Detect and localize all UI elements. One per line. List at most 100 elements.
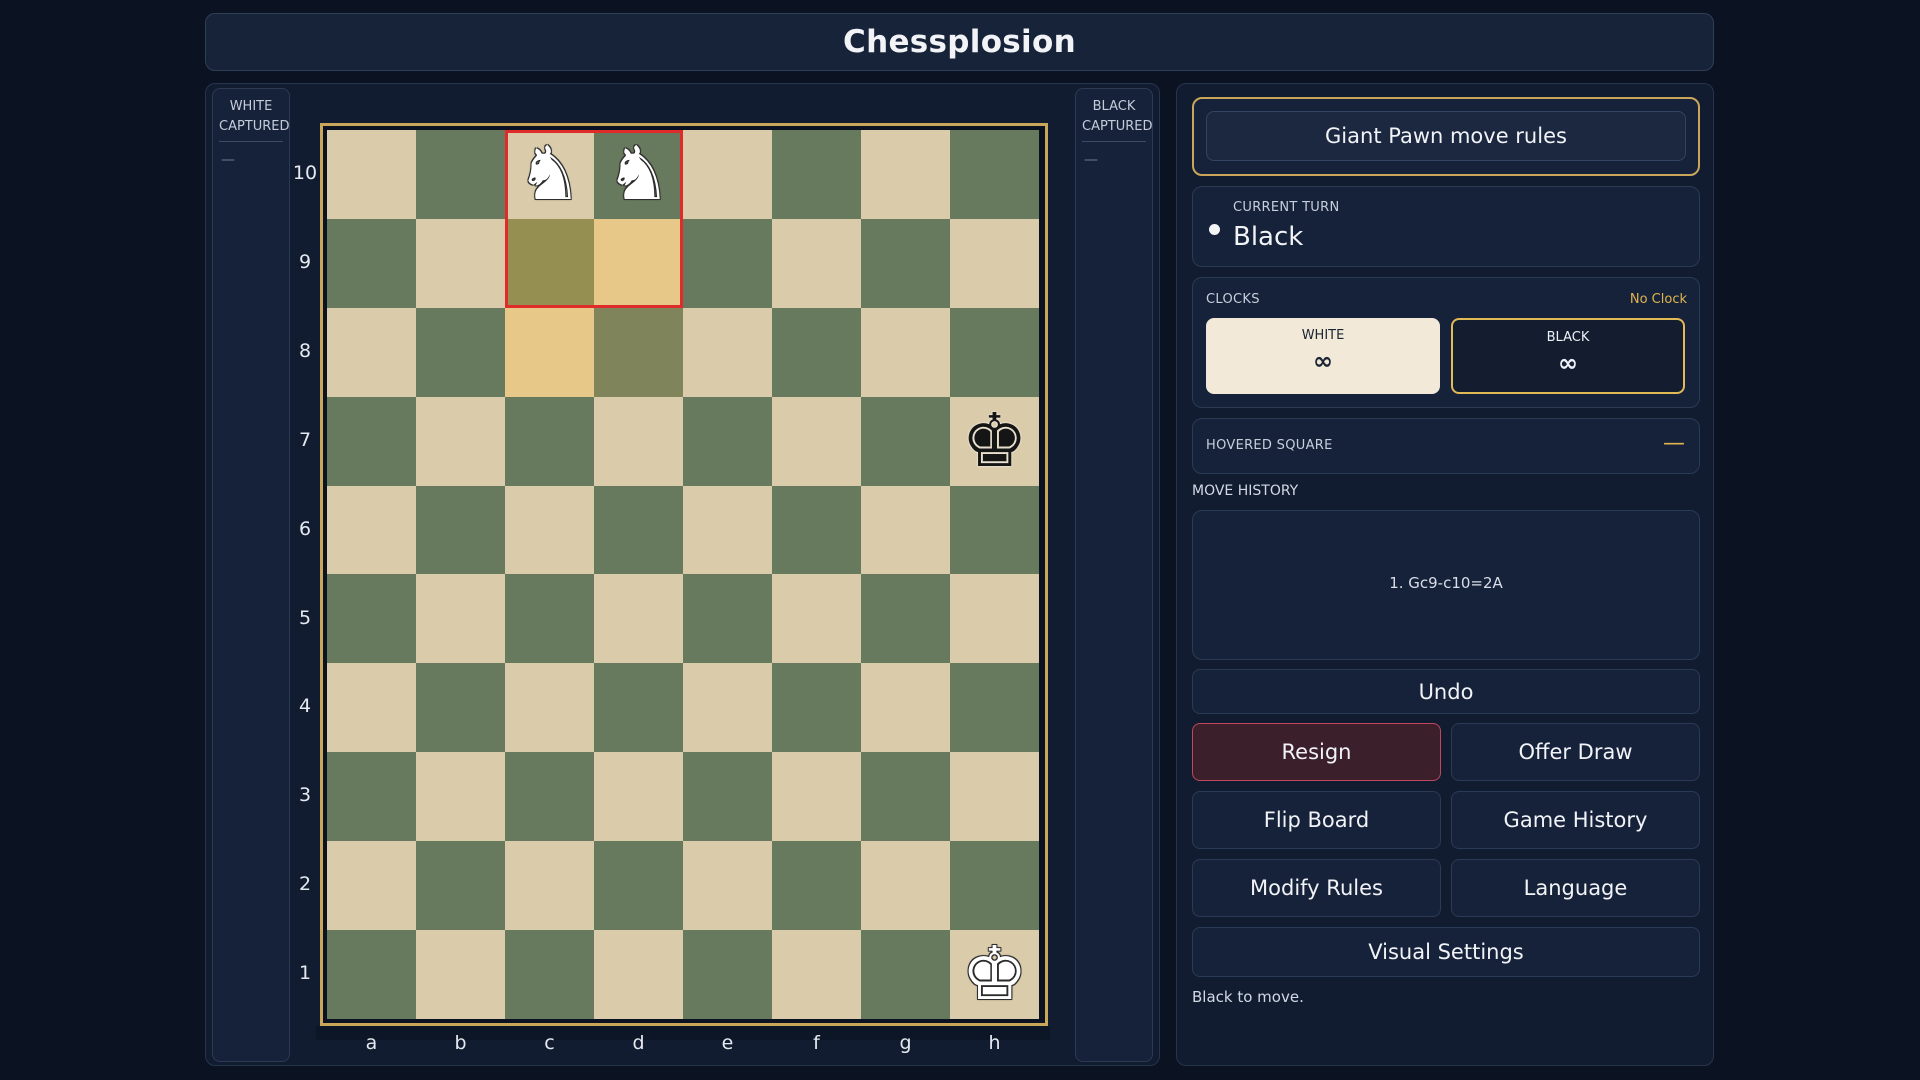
square-a1[interactable] [327, 930, 416, 1019]
square-d7[interactable] [594, 396, 683, 486]
square-b3[interactable] [416, 752, 505, 842]
square-e9[interactable] [683, 218, 772, 308]
square-a10[interactable] [327, 130, 416, 219]
square-e5[interactable] [683, 574, 772, 664]
square-c6[interactable] [505, 485, 594, 575]
square-h7[interactable]: ♚ [950, 396, 1039, 486]
square-e6[interactable] [683, 485, 772, 575]
square-b2[interactable] [416, 841, 505, 931]
square-h2[interactable] [950, 841, 1039, 931]
square-g9[interactable] [861, 218, 950, 308]
square-e7[interactable] [683, 396, 772, 486]
square-d3[interactable] [594, 752, 683, 842]
square-b10[interactable] [416, 130, 505, 219]
flip-board-button[interactable]: Flip Board [1192, 791, 1441, 849]
square-d5[interactable] [594, 574, 683, 664]
square-g4[interactable] [861, 663, 950, 753]
file-label: b [454, 1032, 467, 1054]
game-history-button[interactable]: Game History [1451, 791, 1700, 849]
square-a9[interactable] [327, 218, 416, 308]
square-e3[interactable] [683, 752, 772, 842]
visual-settings-button[interactable]: Visual Settings [1192, 927, 1700, 977]
square-d10[interactable]: ♞ [594, 130, 683, 219]
square-b5[interactable] [416, 574, 505, 664]
square-c9[interactable] [505, 218, 594, 308]
square-d9[interactable] [594, 218, 683, 308]
square-f1[interactable] [772, 930, 861, 1019]
square-a5[interactable] [327, 574, 416, 664]
square-g7[interactable] [861, 396, 950, 486]
square-g3[interactable] [861, 752, 950, 842]
chess-board[interactable]: ♞ ♞ ♚ ♚ [327, 130, 1039, 1019]
move-history-item[interactable]: 1. Gc9-c10=2A [1193, 574, 1699, 592]
square-d6[interactable] [594, 485, 683, 575]
language-button[interactable]: Language [1451, 859, 1700, 917]
square-d1[interactable] [594, 930, 683, 1019]
square-g8[interactable] [861, 307, 950, 397]
square-h6[interactable] [950, 485, 1039, 575]
square-a4[interactable] [327, 663, 416, 753]
clocks-label: CLOCKS [1206, 292, 1260, 307]
resign-button[interactable]: Resign [1192, 723, 1441, 781]
square-b9[interactable] [416, 218, 505, 308]
square-h1[interactable]: ♚ [950, 930, 1039, 1019]
square-a8[interactable] [327, 307, 416, 397]
square-d4[interactable] [594, 663, 683, 753]
square-h10[interactable] [950, 130, 1039, 219]
square-f8[interactable] [772, 307, 861, 397]
black-clock-time: ∞ [1558, 349, 1578, 377]
square-c7[interactable] [505, 396, 594, 486]
modify-rules-button[interactable]: Modify Rules [1192, 859, 1441, 917]
square-c3[interactable] [505, 752, 594, 842]
square-f9[interactable] [772, 218, 861, 308]
square-h9[interactable] [950, 218, 1039, 308]
square-b4[interactable] [416, 663, 505, 753]
square-g10[interactable] [861, 130, 950, 219]
square-e8[interactable] [683, 307, 772, 397]
square-e10[interactable] [683, 130, 772, 219]
square-b1[interactable] [416, 930, 505, 1019]
square-e2[interactable] [683, 841, 772, 931]
square-d8[interactable] [594, 307, 683, 397]
black-king-icon[interactable]: ♚ [961, 404, 1027, 478]
square-c5[interactable] [505, 574, 594, 664]
square-d2[interactable] [594, 841, 683, 931]
square-g6[interactable] [861, 485, 950, 575]
square-b8[interactable] [416, 307, 505, 397]
square-h5[interactable] [950, 574, 1039, 664]
square-c8[interactable] [505, 307, 594, 397]
rank-label: 7 [298, 428, 312, 451]
white-knight-icon[interactable]: ♞ [516, 137, 582, 211]
square-a2[interactable] [327, 841, 416, 931]
square-g5[interactable] [861, 574, 950, 664]
square-c1[interactable] [505, 930, 594, 1019]
square-c2[interactable] [505, 841, 594, 931]
square-h4[interactable] [950, 663, 1039, 753]
undo-button[interactable]: Undo [1192, 669, 1700, 714]
square-b7[interactable] [416, 396, 505, 486]
square-b6[interactable] [416, 485, 505, 575]
square-f4[interactable] [772, 663, 861, 753]
square-f3[interactable] [772, 752, 861, 842]
square-h3[interactable] [950, 752, 1039, 842]
square-f10[interactable] [772, 130, 861, 219]
square-c10[interactable]: ♞ [505, 130, 594, 219]
white-king-icon[interactable]: ♚ [961, 937, 1027, 1011]
square-c4[interactable] [505, 663, 594, 753]
square-e1[interactable] [683, 930, 772, 1019]
square-a7[interactable] [327, 396, 416, 486]
square-f6[interactable] [772, 485, 861, 575]
move-history-list[interactable]: 1. Gc9-c10=2A [1192, 510, 1700, 660]
white-knight-icon[interactable]: ♞ [605, 137, 671, 211]
square-e4[interactable] [683, 663, 772, 753]
giant-pawn-rules-button[interactable]: Giant Pawn move rules [1206, 111, 1686, 161]
square-f2[interactable] [772, 841, 861, 931]
square-f7[interactable] [772, 396, 861, 486]
square-f5[interactable] [772, 574, 861, 664]
square-h8[interactable] [950, 307, 1039, 397]
offer-draw-button[interactable]: Offer Draw [1451, 723, 1700, 781]
square-g2[interactable] [861, 841, 950, 931]
square-a6[interactable] [327, 485, 416, 575]
square-a3[interactable] [327, 752, 416, 842]
square-g1[interactable] [861, 930, 950, 1019]
